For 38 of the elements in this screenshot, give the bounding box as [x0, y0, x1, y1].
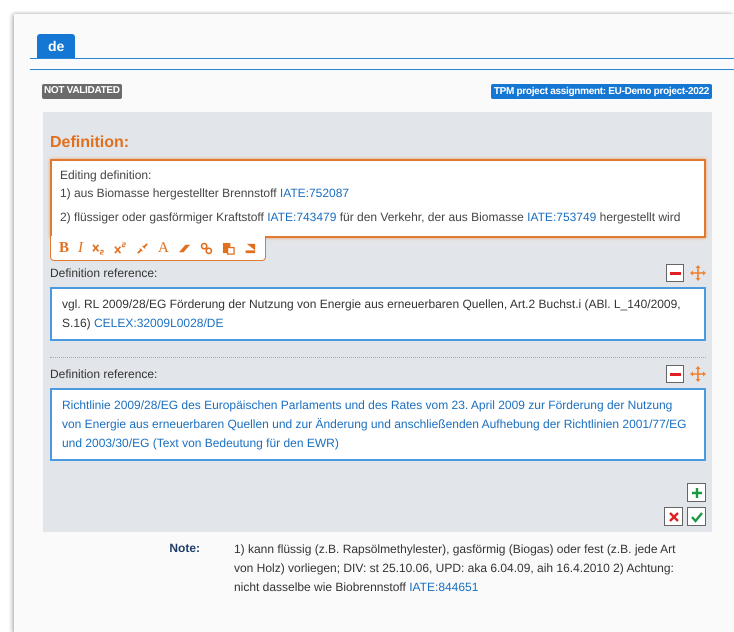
reference-text: vgl. RL 2009/28/EG Förderung der Nutzung von Energie aus erneuerbaren Quellen, Art.2 Buchst.i (ABl. L_140/2009, S.16) CELEX:32009L0028/DE: [50, 287, 706, 341]
move-icon[interactable]: [690, 366, 706, 382]
move-icon[interactable]: [690, 265, 706, 281]
editor-text: 1) aus Biomasse hergestellter Brennstoff IATE:752087: [60, 185, 350, 202]
cancel-button[interactable]: [664, 507, 683, 526]
iate-link[interactable]: IATE:844651: [409, 580, 478, 594]
note-text: 1) kann flüssig (z.B. Rapsölmethylester), gasförmig (Biogas) oder fest (z.B. jede Art von Holz) vorliegen; DIV: st 25.10.06, UPD: aka 6.04.09, aih 16.4.2010 2) Achtung: nicht dasselbe wie Biobrennstoff IATE:844651: [234, 541, 677, 596]
italic-button[interactable]: I: [78, 239, 84, 257]
iate-link[interactable]: IATE:752087: [280, 186, 350, 200]
remove-button[interactable]: [666, 264, 684, 282]
font-button[interactable]: A: [158, 239, 169, 257]
plus-icon: [690, 486, 702, 498]
reference-label: Definition reference:: [50, 266, 158, 280]
reference-label: Definition reference:: [50, 367, 158, 381]
subscript-icon[interactable]: [92, 242, 106, 254]
paste-icon[interactable]: [222, 242, 235, 254]
iate-link[interactable]: IATE:753749: [527, 210, 596, 224]
reference-link[interactable]: CELEX:32009L0028/DE: [94, 316, 224, 330]
superscript-icon[interactable]: [114, 242, 128, 254]
iate-link[interactable]: IATE:743479: [267, 210, 336, 224]
editor-text: Editing definition:: [60, 167, 152, 184]
language-tab[interactable]: de: [37, 34, 76, 58]
definition-heading: Definition:: [50, 134, 130, 152]
confirm-button[interactable]: [687, 507, 706, 526]
status-badge: NOT VALIDATED: [42, 84, 122, 99]
bold-button[interactable]: B: [59, 239, 70, 257]
link-icon[interactable]: [200, 242, 213, 254]
add-button[interactable]: [687, 483, 706, 502]
definition-editor[interactable]: Editing definition: 1) aus Biomasse hergestellter Brennstoff IATE:752087 2) flüssiger oder gasförmiger Kraftstoff IATE:743479 für den Verkehr, der aus Biomasse IATE:753749 hergestellt wird: [50, 159, 706, 238]
project-badge: TPM project assignment: EU-Demo project-2022: [490, 84, 712, 99]
book-icon[interactable]: [244, 242, 257, 254]
editor-text: 2) flüssiger oder gasförmiger Kraftstoff IATE:743479 für den Verkehr, der aus Biomasse IATE:753749 hergestellt wird: [60, 209, 682, 226]
close-icon: [668, 510, 680, 522]
remove-button[interactable]: [666, 365, 684, 383]
reference-link[interactable]: Richtlinie 2009/28/EG des Europäischen Parlaments und des Rates vom 23. April 2009 zur Förderung der Nutzung von Energie aus erneuerbaren Quellen und zur Änderung und anschließenden Aufhebung der Richtlinien 2001/77/EG und 2003/30/EG (Text von Bedeutung für den EWR): [62, 396, 694, 453]
note-label: Note:: [168, 540, 200, 557]
check-icon: [690, 510, 702, 522]
broken-link-icon[interactable]: [136, 242, 150, 254]
